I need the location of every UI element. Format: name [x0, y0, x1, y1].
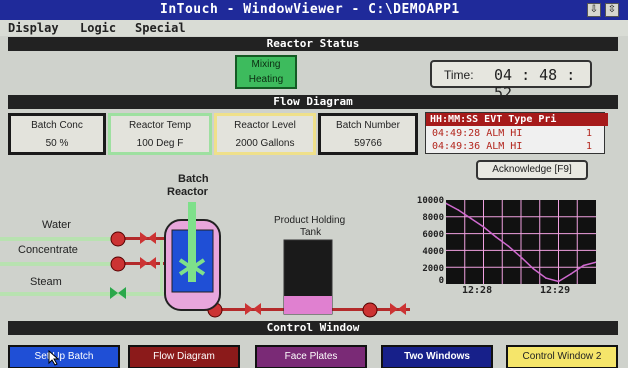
transfer-valve-icon: [390, 303, 406, 315]
batch-number-label: Batch Number: [336, 120, 400, 131]
menu-bar: Display Logic Special: [0, 20, 628, 36]
control-window-title: Control Window: [266, 321, 360, 334]
batch-number-value: 59766: [354, 138, 382, 149]
alarm-type: HI: [510, 141, 523, 152]
alarm-row: 04:49:28 ALM HI: [432, 128, 522, 139]
button-label: Set Up Batch: [34, 351, 94, 362]
concentrate-pump-icon: [110, 256, 126, 272]
water-pump-icon: [110, 231, 126, 247]
reactor-status-header: Reactor Status: [8, 37, 618, 51]
product-tank-level: [284, 296, 332, 314]
minimize-icon: ⇩: [589, 4, 599, 15]
reactor-status-title: Reactor Status: [266, 37, 360, 50]
batch-conc-value: 50 %: [45, 138, 69, 149]
outlet-valve-icon: [245, 303, 261, 315]
reactor-level-label: Reactor Level: [234, 120, 296, 131]
control-window-header: Control Window: [8, 321, 618, 335]
batch-number-panel: Batch Number 59766: [318, 113, 418, 155]
reactor-level-value: 2000 Gallons: [235, 138, 295, 149]
maximize-button[interactable]: ⇳: [605, 3, 619, 17]
reactor-temp-panel: Reactor Temp 100 Deg F: [108, 113, 212, 155]
alarm-time: 04:49:28: [432, 128, 481, 139]
y-tick: 8000: [422, 213, 444, 223]
menu-special[interactable]: Special: [135, 21, 186, 35]
steam-pipe: [0, 292, 170, 296]
mouse-cursor-icon: [48, 350, 60, 366]
trend-point: [507, 245, 510, 247]
control-window-2-button[interactable]: Control Window 2: [506, 345, 618, 368]
trend-point: [582, 264, 585, 267]
alarm-evt: ALM: [486, 141, 505, 152]
button-label: Two Windows: [404, 351, 470, 362]
flow-diagram-title: Flow Diagram: [273, 95, 353, 108]
alarm-type: HI: [510, 128, 523, 139]
menu-logic[interactable]: Logic: [80, 21, 116, 35]
steam-riser: [160, 240, 163, 295]
y-tick: 4000: [422, 247, 444, 257]
trend-y-axis: 10000 8000 6000 4000 2000 0: [400, 196, 446, 286]
trend-point: [520, 256, 522, 258]
steam-valve-icon: [110, 287, 126, 299]
trend-point: [495, 236, 497, 238]
flow-diagram-button[interactable]: Flow Diagram: [128, 345, 240, 368]
restore-icon: ⇳: [607, 4, 617, 15]
concentrate-valve-icon: [140, 257, 156, 269]
reactor-level-panel: Reactor Level 2000 Gallons: [214, 113, 316, 155]
alarm-evt: ALM: [486, 128, 505, 139]
x-tick: 12:29: [540, 285, 571, 296]
y-tick: 2000: [422, 264, 444, 274]
x-tick: 12:28: [462, 285, 493, 296]
reactor-temp-value: 100 Deg F: [136, 138, 184, 149]
reactor-temp-label: Reactor Temp: [128, 120, 192, 131]
trend-point: [482, 226, 485, 228]
button-label: Face Plates: [284, 351, 338, 362]
minimize-button[interactable]: ⇩: [587, 3, 601, 17]
alarm-row: 04:49:36 ALM HI: [432, 141, 522, 152]
alarm-pri: 1: [586, 141, 593, 152]
alarm-summary[interactable]: HH:MM:SS EVT Type Pri 04:49:28 ALM HI 1 …: [425, 112, 608, 154]
trend-point: [545, 277, 547, 279]
reactor-label-line-1: Batch: [178, 173, 209, 185]
time-label: Time:: [444, 68, 474, 82]
process-diagram: [0, 202, 410, 318]
acknowledge-label: Acknowledge [F9]: [492, 164, 572, 175]
alarm-time: 04:49:36: [432, 141, 481, 152]
concentrate-pipe: [0, 262, 120, 266]
button-label: Control Window 2: [522, 351, 602, 362]
batch-conc-panel: Batch Conc 50 %: [8, 113, 106, 155]
face-plates-button[interactable]: Face Plates: [255, 345, 367, 368]
mode-indicator: Mixing Heating: [235, 55, 297, 89]
flow-diagram-header: Flow Diagram: [8, 95, 618, 109]
set-up-batch-button[interactable]: Set Up Batch: [8, 345, 120, 368]
water-valve-icon: [140, 232, 156, 244]
trend-point: [570, 273, 572, 275]
trend-point: [457, 209, 460, 211]
y-tick: 6000: [422, 230, 444, 240]
alarm-header: HH:MM:SS EVT Type Pri: [426, 113, 608, 126]
mode-line-2: Heating: [248, 74, 284, 85]
trend-chart: [446, 200, 596, 284]
title-bar: InTouch - WindowViewer - C:\DEMOAPP1 ⇩ ⇳: [0, 0, 628, 20]
time-display: Time: 04 : 48 : 52: [430, 60, 592, 102]
two-windows-button[interactable]: Two Windows: [381, 345, 493, 368]
transfer-pump-icon: [362, 302, 378, 318]
window-title: InTouch - WindowViewer - C:\DEMOAPP1: [160, 2, 460, 17]
y-tick: 0: [438, 276, 444, 286]
trend-point: [557, 280, 560, 283]
trend-point: [532, 268, 535, 270]
acknowledge-button[interactable]: Acknowledge [F9]: [476, 160, 588, 180]
y-tick: 10000: [416, 196, 444, 206]
button-label: Flow Diagram: [153, 351, 215, 362]
batch-conc-label: Batch Conc: [31, 120, 83, 131]
trend-point: [470, 217, 472, 220]
menu-display[interactable]: Display: [8, 21, 59, 35]
water-pipe: [0, 237, 120, 241]
mode-line-1: Mixing: [251, 59, 281, 70]
alarm-pri: 1: [586, 128, 593, 139]
